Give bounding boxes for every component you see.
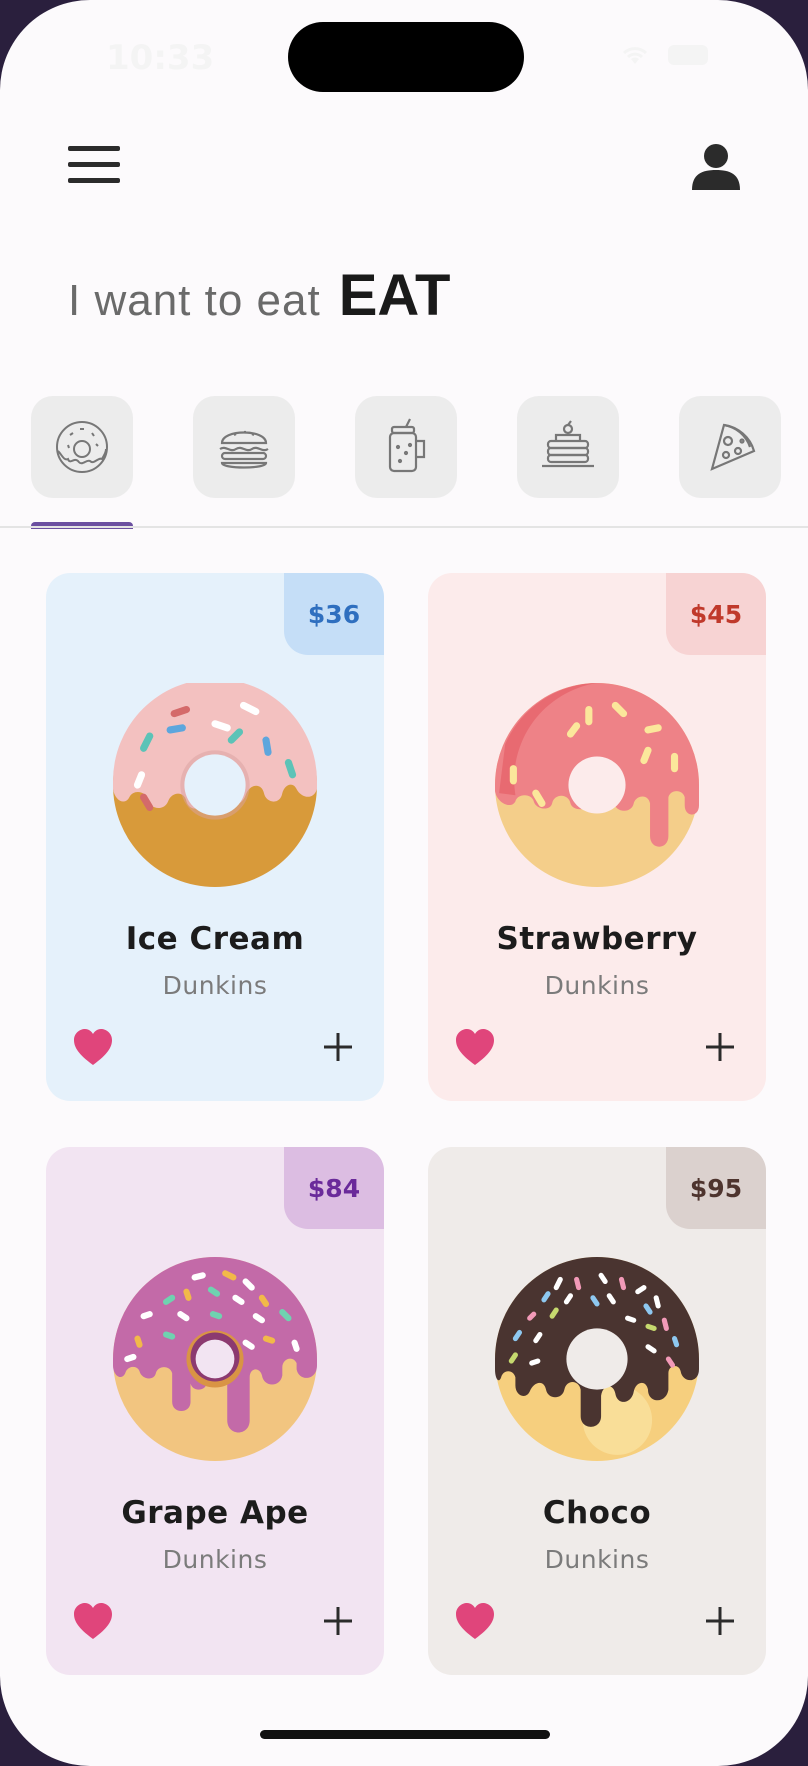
product-name: Ice Cream [125, 921, 305, 957]
donut-image [495, 683, 699, 887]
product-name: Grape Ape [121, 1495, 309, 1531]
donut-image [113, 683, 317, 887]
pizza-icon [710, 423, 756, 471]
status-icons [620, 44, 708, 66]
heart-icon[interactable] [72, 1601, 114, 1643]
hamburger-icon [68, 146, 120, 151]
heart-icon[interactable] [72, 1027, 114, 1069]
smoothie-icon [388, 418, 426, 473]
hamburger-icon-line [68, 162, 120, 167]
add-icon[interactable] [322, 1031, 354, 1063]
product-brand: Dunkins [544, 971, 650, 1000]
tab-burger[interactable] [193, 396, 295, 498]
product-name: Choco [542, 1495, 652, 1531]
tab-smoothie[interactable] [355, 396, 457, 498]
title-prefix: I want to eat [68, 276, 321, 325]
page-title: I want to eat EAT [68, 262, 450, 329]
price-tag: $95 [666, 1147, 766, 1229]
home-indicator[interactable] [260, 1730, 550, 1739]
product-card[interactable]: $95 Choco Dunkins [428, 1147, 766, 1675]
donut-icon [56, 421, 108, 473]
wifi-icon [622, 47, 648, 64]
price-tag: $36 [284, 573, 384, 655]
status-time: 10:33 [106, 38, 215, 78]
heart-icon[interactable] [454, 1601, 496, 1643]
profile-icon[interactable] [690, 140, 742, 192]
heart-icon[interactable] [454, 1027, 496, 1069]
product-card[interactable]: $84 Grape Ape Dunkins [46, 1147, 384, 1675]
burger-icon [219, 430, 269, 469]
donut-image [495, 1257, 699, 1461]
add-icon[interactable] [704, 1605, 736, 1637]
tabs-divider [0, 526, 808, 528]
product-brand: Dunkins [162, 971, 268, 1000]
category-tabs [0, 396, 808, 529]
add-icon[interactable] [322, 1605, 354, 1637]
pancakes-icon [542, 420, 594, 468]
battery-icon [668, 45, 708, 65]
phone-screen: 10:33 I want to eat EAT $36 Ice Cream Du… [0, 0, 808, 1766]
product-card[interactable]: $45 Strawberry Dunkins [428, 573, 766, 1101]
menu-button[interactable] [68, 146, 122, 186]
title-emphasis: EAT [338, 263, 451, 328]
price-tag: $84 [284, 1147, 384, 1229]
price-tag: $45 [666, 573, 766, 655]
dynamic-island [288, 22, 524, 92]
product-brand: Dunkins [544, 1545, 650, 1574]
product-name: Strawberry [496, 921, 698, 957]
hamburger-icon-line [68, 178, 120, 183]
product-brand: Dunkins [162, 1545, 268, 1574]
product-card[interactable]: $36 Ice Cream Dunkins [46, 573, 384, 1101]
tab-donut[interactable] [31, 396, 133, 498]
add-icon[interactable] [704, 1031, 736, 1063]
donut-image [113, 1257, 317, 1461]
tab-pancakes[interactable] [517, 396, 619, 498]
tab-pizza[interactable] [679, 396, 781, 498]
